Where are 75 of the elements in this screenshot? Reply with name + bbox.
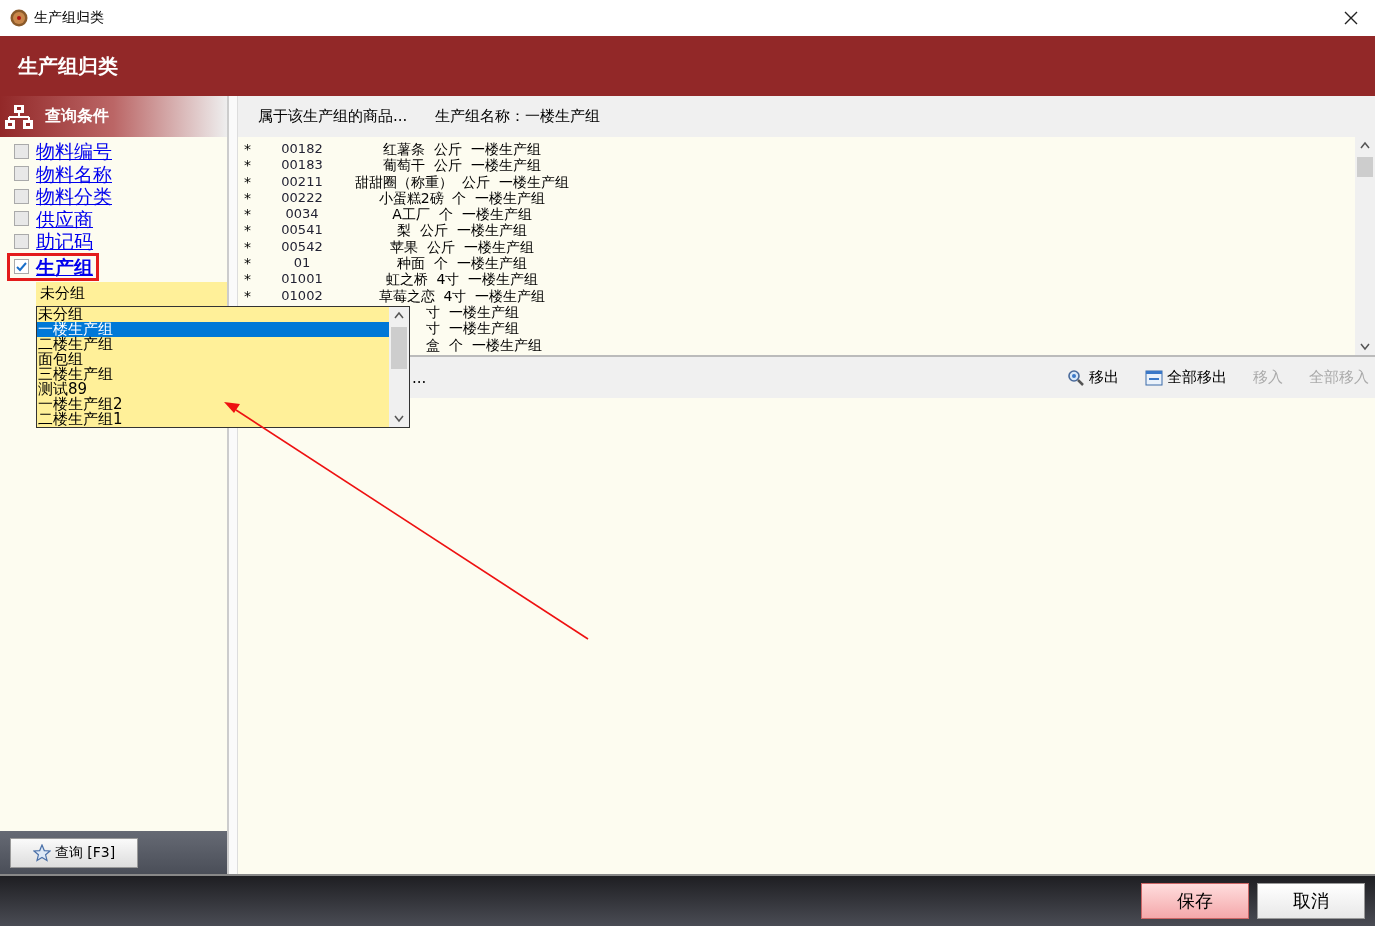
item-text: 葡萄干 公斤 一楼生产组: [382, 157, 542, 174]
row-marker: *: [243, 157, 252, 174]
item-code: 01: [292, 255, 312, 272]
window-title: 生产组归类: [34, 9, 105, 27]
item-text: 草莓之恋 4寸 一楼生产组: [377, 287, 547, 304]
checkbox[interactable]: [14, 166, 29, 182]
item-text: 种面 个 一楼生产组: [396, 255, 528, 272]
pane-heading: ...: [412, 368, 428, 387]
scroll-thumb[interactable]: [1357, 157, 1373, 177]
item-text: 寸 一楼生产组: [426, 303, 519, 321]
row-marker: *: [243, 271, 252, 288]
search-icon: [1067, 368, 1085, 387]
item-text: 寸 一楼生产组: [426, 320, 519, 337]
dropdown-option[interactable]: 面包组: [37, 351, 389, 367]
group-name-label: 生产组名称：一楼生产组: [435, 107, 601, 126]
item-code: 00541: [280, 222, 324, 239]
toolbar-button[interactable]: 移出: [1067, 368, 1119, 387]
item-code: 0034: [284, 206, 320, 223]
dropdown-option[interactable]: 三楼生产组: [37, 366, 389, 382]
scrollbar[interactable]: [389, 306, 409, 427]
row-marker: *: [243, 255, 252, 272]
row-marker: *: [243, 222, 252, 239]
item-code: 01002: [280, 287, 324, 304]
hierarchy-icon: [5, 103, 33, 130]
filter-link[interactable]: 生产组: [36, 255, 93, 278]
checkbox[interactable]: [14, 143, 29, 159]
checkbox[interactable]: [14, 233, 29, 249]
query-button[interactable]: 查询 [F3]: [10, 837, 138, 868]
item-code: 00211: [280, 173, 324, 190]
checkbox[interactable]: [14, 188, 29, 204]
dropdown-option[interactable]: 一楼生产组: [37, 321, 389, 337]
item-text: 甜甜圈（称重） 公斤 一楼生产组: [354, 173, 570, 190]
dropdown-option[interactable]: 测试89: [37, 381, 389, 397]
pane-heading: 属于该生产组的商品...: [258, 107, 408, 126]
filter-link[interactable]: 供应商: [36, 207, 93, 230]
cookie-icon: [10, 9, 28, 27]
dropdown-option[interactable]: 一楼生产组2: [37, 396, 389, 412]
group-dropdown[interactable]: 未分组: [36, 281, 227, 306]
dropdown-option[interactable]: 二楼生产组1: [37, 411, 389, 427]
filter-link[interactable]: 助记码: [36, 230, 93, 253]
row-marker: *: [243, 189, 252, 207]
item-text: 梨 公斤 一楼生产组: [396, 222, 528, 239]
filter-link[interactable]: 物料编号: [36, 140, 112, 163]
header-title: 生产组归类: [18, 52, 118, 80]
row-marker: *: [243, 141, 252, 158]
item-code: 00182: [280, 141, 324, 158]
item-text: 苹果 公斤 一楼生产组: [389, 238, 535, 256]
item-text: 小蛋糕2磅 个 一楼生产组: [377, 189, 547, 207]
item-code: 01001: [280, 271, 324, 288]
row-marker: *: [243, 287, 252, 304]
star-icon: [32, 843, 51, 862]
filter-link[interactable]: 物料分类: [36, 185, 112, 208]
checkbox[interactable]: [14, 211, 29, 227]
item-text: A工厂 个 一楼生产组: [391, 206, 533, 223]
item-text: 虹之桥 4寸 一楼生产组: [384, 271, 540, 288]
scrollbar[interactable]: [1355, 137, 1375, 355]
row-marker: *: [243, 206, 252, 223]
dropdown-option[interactable]: 二楼生产组: [37, 336, 389, 352]
dropdown-option[interactable]: 未分组: [37, 306, 389, 322]
scroll-thumb[interactable]: [391, 326, 407, 369]
filter-link[interactable]: 物料名称: [36, 162, 112, 185]
dialog-button[interactable]: 取消: [1257, 883, 1365, 919]
toolbar-button[interactable]: 全部移出: [1145, 368, 1227, 387]
item-text: 盒 个 一楼生产组: [426, 336, 542, 353]
panel-title: 查询条件: [45, 106, 109, 127]
row-marker: *: [243, 238, 252, 256]
item-code: 00542: [280, 238, 324, 256]
window-icon: [1145, 369, 1163, 386]
item-text: 红薯条 公斤 一楼生产组: [382, 141, 542, 158]
close-icon: [1343, 10, 1359, 26]
item-code: 00222: [280, 189, 324, 207]
checkbox[interactable]: [14, 259, 29, 274]
row-marker: *: [243, 173, 252, 190]
item-code: 00183: [280, 157, 324, 174]
dialog-button[interactable]: 保存: [1141, 883, 1249, 919]
